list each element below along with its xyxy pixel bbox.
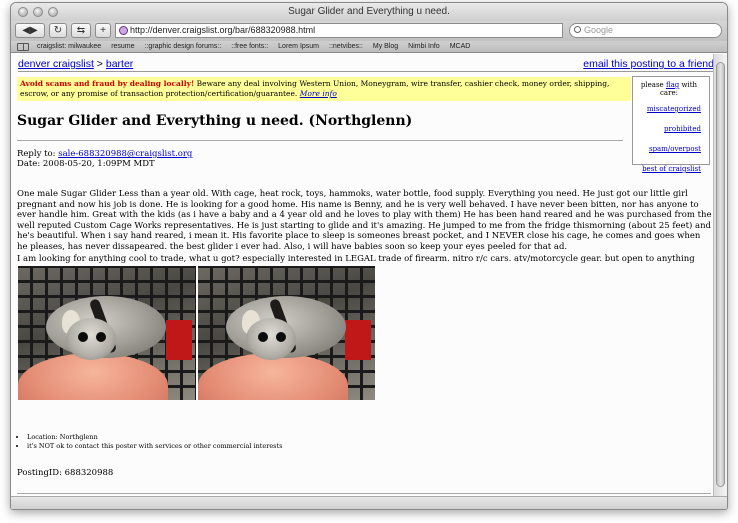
reload-button[interactable]: ↻	[49, 23, 67, 38]
bookmark-item[interactable]: Lorem Ipsum	[278, 41, 319, 52]
bookmark-item[interactable]: ::graphic design forums::	[145, 41, 222, 52]
scam-warning-banner: Avoid scams and fraud by dealing locally…	[17, 77, 631, 101]
title-bar: Sugar Glider and Everything u need.	[11, 3, 727, 21]
flag-link[interactable]: flag	[666, 81, 679, 89]
bookmark-item[interactable]: My Blog	[373, 41, 398, 52]
search-field[interactable]: Google	[569, 23, 722, 38]
window-title: Sugar Glider and Everything u need.	[288, 6, 450, 17]
flag-best-of-link[interactable]: best of craigslist	[637, 165, 701, 173]
breadcrumb-category-link[interactable]: barter	[106, 58, 133, 70]
browser-toolbar: ◀▶ ↻ ⇆ + http://denver.craigslist.org/ba…	[11, 21, 727, 41]
forward-arrow-icon[interactable]: ▶	[30, 25, 38, 36]
breadcrumb-separator: >	[96, 58, 103, 70]
vertical-scrollbar[interactable]	[713, 54, 727, 497]
zoom-window-button[interactable]	[48, 7, 58, 17]
site-globe-icon	[119, 26, 128, 35]
location-item: Location: Northglenn	[27, 433, 282, 442]
add-bookmark-button[interactable]: +	[95, 23, 111, 38]
back-arrow-icon[interactable]: ◀	[22, 25, 30, 36]
flag-box-header: please flag with care:	[637, 81, 701, 97]
snapback-button[interactable]: ⇆	[71, 23, 91, 38]
scrollbar-thumb[interactable]	[716, 62, 725, 487]
posting-meta: Reply to: sale-688320988@craigslist.org …	[17, 149, 192, 169]
flag-prohibited-link[interactable]: prohibited	[637, 125, 701, 133]
bookmark-item[interactable]: ::free fonts::	[231, 41, 268, 52]
bookmark-item[interactable]: MCAD	[450, 41, 471, 52]
search-icon	[574, 26, 581, 33]
reply-label: Reply to:	[17, 149, 56, 159]
posting-body-paragraph: I am looking for anything cool to trade,…	[17, 254, 695, 264]
reply-email-link[interactable]: sale-688320988@craigslist.org	[58, 149, 192, 159]
search-placeholder: Google	[584, 25, 614, 35]
reply-line: Reply to: sale-688320988@craigslist.org	[17, 149, 192, 159]
reload-icon: ↻	[53, 25, 63, 36]
minimize-window-button[interactable]	[33, 7, 43, 17]
bookmark-item[interactable]: resume	[111, 41, 134, 52]
breadcrumb-site-link[interactable]: denver craigslist	[18, 58, 94, 70]
back-forward-buttons[interactable]: ◀▶	[15, 23, 45, 38]
flag-miscategorized-link[interactable]: miscategorized	[637, 105, 701, 113]
plus-icon: +	[100, 25, 106, 36]
more-info-link[interactable]: More info	[300, 89, 337, 98]
email-posting-link[interactable]: email this posting to a friend	[583, 58, 714, 70]
flag-spam-link[interactable]: spam/overpost	[637, 145, 701, 153]
bookmark-item[interactable]: ::netvibes::	[329, 41, 363, 52]
flag-box-prefix: please	[640, 81, 664, 89]
posting-title: Sugar Glider and Everything u need. (Nor…	[17, 113, 413, 129]
window-controls	[18, 7, 58, 17]
posting-date: Date: 2008-05-20, 1:09PM MDT	[17, 159, 155, 169]
bookmarks-book-icon[interactable]	[17, 42, 29, 51]
address-bar[interactable]: http://denver.craigslist.org/bar/6883209…	[115, 23, 563, 38]
url-text: http://denver.craigslist.org/bar/6883209…	[130, 25, 316, 35]
browser-window: Sugar Glider and Everything u need. ◀▶ ↻…	[10, 2, 728, 510]
no-commercial-contact-item: it's NOT ok to contact this poster with …	[27, 442, 282, 451]
sugar-glider-photo[interactable]	[18, 266, 196, 400]
divider	[17, 493, 711, 494]
scam-warning-heading: Avoid scams and fraud by dealing locally…	[20, 79, 195, 88]
close-window-button[interactable]	[18, 7, 28, 17]
page-content: denver craigslist > barter email this po…	[11, 54, 714, 509]
posting-id: PostingID: 688320988	[17, 468, 114, 478]
flag-box: please flag with care: miscategorized pr…	[632, 76, 710, 173]
divider	[17, 140, 623, 141]
sugar-glider-photo[interactable]	[198, 266, 375, 400]
bookmarks-bar: craigslist: milwaukee resume ::graphic d…	[11, 41, 727, 53]
horizontal-scrollbar[interactable]	[11, 496, 727, 509]
bookmark-item[interactable]: Nimbi Info	[408, 41, 440, 52]
snapback-icon: ⇆	[76, 25, 86, 36]
posting-details-list: Location: Northglenn it's NOT ok to cont…	[17, 433, 282, 451]
posting-body-paragraph: One male Sugar Glider Less than a year o…	[17, 189, 712, 252]
breadcrumb: denver craigslist > barter email this po…	[18, 58, 714, 70]
bookmark-item[interactable]: craigslist: milwaukee	[37, 41, 101, 52]
divider	[18, 71, 714, 72]
